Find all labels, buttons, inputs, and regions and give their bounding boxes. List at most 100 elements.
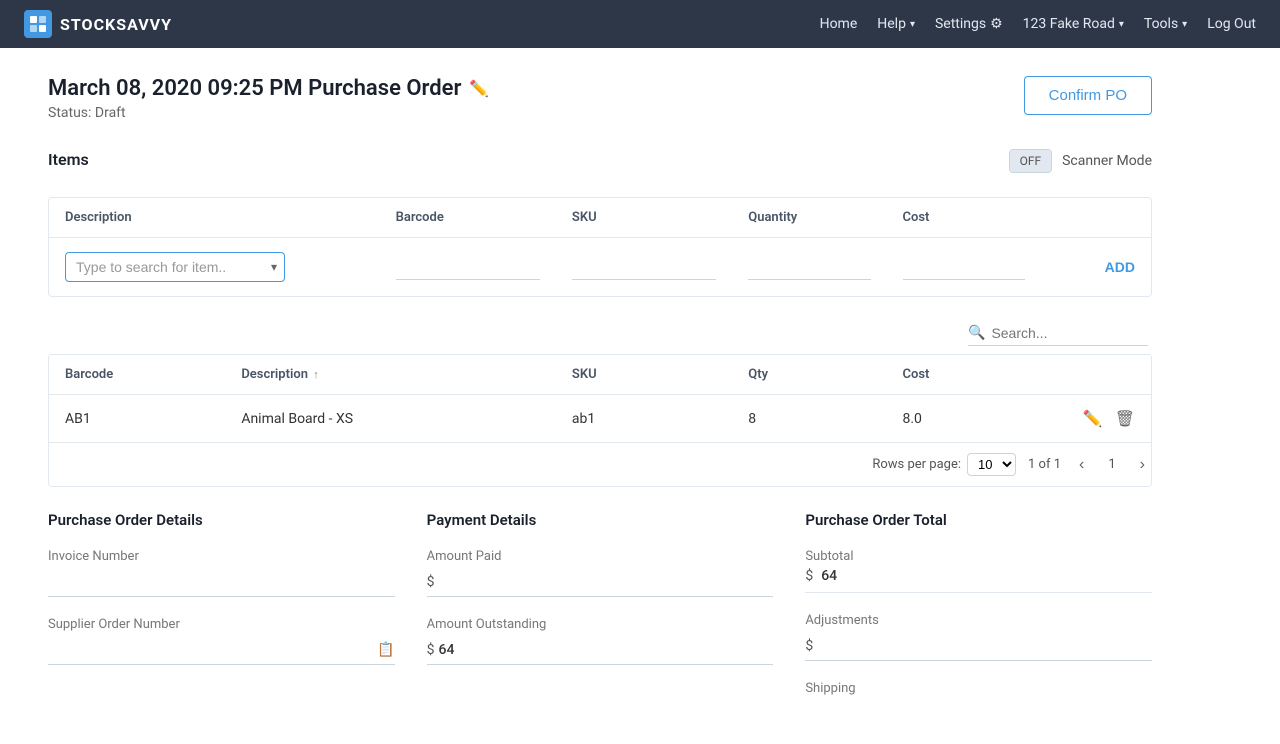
add-cost-cell[interactable] [887,238,1041,297]
row-cost: 8.0 [887,395,1041,443]
res-col-description[interactable]: Description ↑ [225,355,556,395]
nav-links: Home Help ▾ Settings ⚙ 123 Fake Road ▾ T… [820,16,1256,32]
adjustments-label: Adjustments [805,613,1152,628]
page-title-text: March 08, 2020 09:25 PM Purchase Order [48,76,461,101]
results-tbody: AB1 Animal Board - XS ab1 8 8.0 ✏️ 🗑 [49,395,1151,443]
col-actions-add [1041,198,1151,238]
add-barcode-cell[interactable] [380,238,556,297]
supplier-order-field: Supplier Order Number 📋 [48,617,395,665]
nav-location[interactable]: 123 Fake Road ▾ [1023,16,1124,32]
add-item-tbody: Type to search for item.. ▾ [49,238,1151,297]
invoice-number-label: Invoice Number [48,549,395,564]
current-page-num: 1 [1102,455,1121,474]
add-item-table-inner: Description Barcode SKU Quantity Cost [49,198,1151,296]
supplier-order-label: Supplier Order Number [48,617,395,632]
res-col-barcode: Barcode [49,355,225,395]
row-actions: ✏️ 🗑 [1041,395,1151,443]
subtotal-label: Subtotal [805,549,1152,564]
search-icon: 🔍 [968,325,985,341]
quantity-input[interactable] [748,255,870,280]
edit-title-icon[interactable]: ✏️ [469,79,489,98]
res-col-qty: Qty [732,355,886,395]
col-sku: SKU [556,198,732,238]
col-cost: Cost [887,198,1041,238]
nav-tools[interactable]: Tools ▾ [1144,16,1187,32]
results-search-input[interactable] [991,325,1148,341]
rows-per-page: Rows per page: 10 25 50 [872,453,1016,476]
adjustments-input[interactable] [817,638,1152,654]
subtotal-currency: $ [805,568,813,584]
results-table: Barcode Description ↑ SKU Qty Cost AB1 A… [49,355,1151,442]
add-sku-cell[interactable] [556,238,732,297]
pot-title: Purchase Order Total [805,511,1152,529]
amount-outstanding-value: 64 [439,642,455,658]
location-chevron-icon: ▾ [1119,19,1124,30]
prev-page-button[interactable]: ‹ [1073,454,1090,476]
add-quantity-cell[interactable] [732,238,886,297]
sku-input[interactable] [572,255,716,280]
amount-paid-currency: $ [427,574,435,590]
confirm-po-button[interactable]: Confirm PO [1024,76,1152,115]
amount-paid-label: Amount Paid [427,549,774,564]
page-title: March 08, 2020 09:25 PM Purchase Order ✏… [48,76,489,101]
results-search-box: 🔍 [968,321,1148,346]
status-text: Status: Draft [48,105,489,121]
res-col-cost: Cost [887,355,1041,395]
rows-per-page-select[interactable]: 10 25 50 [967,453,1016,476]
adjustments-currency: $ [805,638,813,654]
nav-help[interactable]: Help ▾ [877,16,915,32]
invoice-number-input[interactable] [48,574,395,590]
delete-row-icon[interactable]: 🗑 [1115,409,1135,428]
nav-home[interactable]: Home [820,16,858,32]
cost-input[interactable] [903,255,1025,280]
scanner-row: OFF Scanner Mode [1009,149,1152,173]
edit-row-icon[interactable]: ✏️ [1083,409,1103,428]
add-btn-cell: ADD [1041,238,1151,297]
amount-paid-wrapper: $ [427,568,774,597]
nav-settings[interactable]: Settings ⚙ [935,16,1003,32]
add-item-button[interactable]: ADD [1105,255,1135,279]
scanner-mode-label: Scanner Mode [1062,153,1152,169]
supplier-order-wrapper: 📋 [48,636,395,665]
page-info: 1 of 1 [1028,457,1061,472]
next-page-button[interactable]: › [1134,454,1151,476]
nav-logout[interactable]: Log Out [1207,16,1256,32]
col-description: Description [49,198,380,238]
rows-per-page-label: Rows per page: [872,457,961,472]
add-item-row: Type to search for item.. ▾ [49,238,1151,297]
supplier-order-icon[interactable]: 📋 [377,642,394,658]
subtotal-field: Subtotal $ 64 [805,549,1152,593]
barcode-input[interactable] [396,255,540,280]
adjustments-field: Adjustments $ [805,613,1152,661]
amount-outstanding-currency: $ [427,642,435,658]
payment-details: Payment Details Amount Paid $ Amount Out… [427,511,774,716]
amount-paid-input[interactable] [439,574,774,590]
pagination-row: Rows per page: 10 25 50 1 of 1 ‹ 1 › [49,442,1151,486]
subtotal-value: 64 [821,568,837,584]
res-col-actions [1041,355,1151,395]
page-header: March 08, 2020 09:25 PM Purchase Order ✏… [48,76,1152,121]
help-chevron-icon: ▾ [910,19,915,30]
row-action-icons: ✏️ 🗑 [1057,409,1135,428]
page-title-group: March 08, 2020 09:25 PM Purchase Order ✏… [48,76,489,121]
brand-name: STOCKSAVVY [60,15,172,34]
shipping-label: Shipping [805,681,1152,696]
navbar: STOCKSAVVY Home Help ▾ Settings ⚙ 123 Fa… [0,0,1280,48]
bottom-sections: Purchase Order Details Invoice Number Su… [48,511,1152,716]
invoice-number-wrapper [48,568,395,597]
scanner-toggle[interactable]: OFF [1009,149,1053,173]
add-item-header-row: Description Barcode SKU Quantity Cost [49,198,1151,238]
supplier-order-input[interactable] [48,642,377,658]
main-content: March 08, 2020 09:25 PM Purchase Order ✏… [0,48,1200,744]
row-sku: ab1 [556,395,732,443]
pod-title: Purchase Order Details [48,511,395,529]
row-description: Animal Board - XS [225,395,556,443]
col-barcode: Barcode [380,198,556,238]
brand: STOCKSAVVY [24,10,172,38]
adjustments-wrapper: $ [805,632,1152,661]
item-search-select[interactable]: Type to search for item.. [65,252,285,282]
toggle-off-label: OFF [1010,150,1052,172]
amount-outstanding-label: Amount Outstanding [427,617,774,632]
table-row: AB1 Animal Board - XS ab1 8 8.0 ✏️ 🗑 [49,395,1151,443]
sort-up-icon: ↑ [313,368,319,381]
